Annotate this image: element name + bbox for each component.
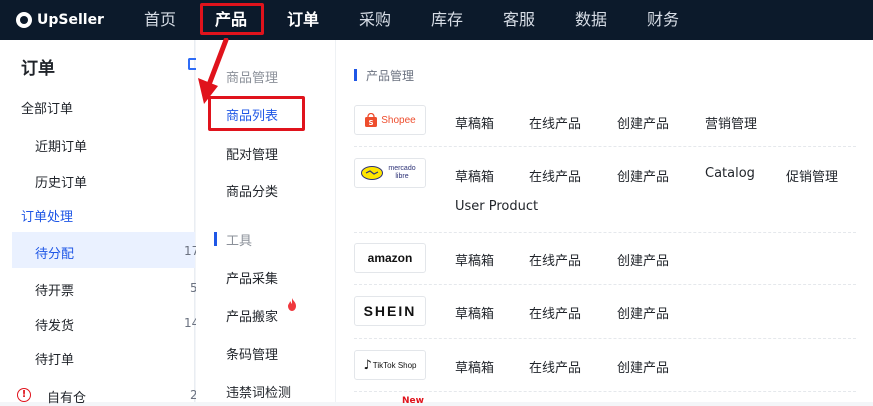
amazon-create-product-link[interactable]: 创建产品 — [617, 250, 669, 269]
shopee-logo-text: Shopee — [381, 114, 416, 126]
nav-home[interactable]: 首页 — [144, 9, 176, 31]
nav-products-highlight-box — [200, 3, 264, 35]
nav-orders[interactable]: 订单 — [287, 9, 319, 31]
content-section-title: 产品管理 — [366, 69, 415, 83]
svg-text:S: S — [369, 119, 374, 127]
annotation-arrow-icon — [198, 38, 229, 104]
sidebar-item-all-orders[interactable]: 全部订单 — [21, 98, 73, 117]
shopee-online-products-link[interactable]: 在线产品 — [529, 113, 581, 132]
shopee-create-product-link[interactable]: 创建产品 — [617, 113, 669, 132]
new-badge: New — [402, 396, 424, 406]
mercadolibre-catalog-link[interactable]: Catalog — [705, 166, 755, 181]
platform-row-shein: SHEIN 草稿箱 在线产品 创建产品 — [354, 286, 856, 339]
mercadolibre-promotion-link[interactable]: 促销管理 — [786, 166, 838, 185]
amazon-online-products-link[interactable]: 在线产品 — [529, 250, 581, 269]
upseller-logo[interactable]: UpSeller — [16, 10, 104, 30]
sidebar-item-recent-orders[interactable]: 近期订单 — [35, 136, 87, 155]
product-management-panel: 产品管理 S Shopee 草稿箱 在线产品 创建产品 营销管理 mercado… — [336, 40, 873, 406]
shopee-logo: S Shopee — [354, 105, 426, 135]
menu-item-pairing-management[interactable]: 配对管理 — [226, 144, 278, 163]
tiktok-note-icon: ♪ — [363, 357, 372, 373]
nav-purchase[interactable]: 采购 — [359, 9, 391, 31]
amazon-logo-text: amazon — [367, 251, 413, 265]
mercadolibre-logo-text: mercado libre — [388, 165, 416, 180]
amazon-drafts-link[interactable]: 草稿箱 — [455, 250, 494, 269]
tiktok-shop-logo-text: TikTok Shop — [372, 360, 417, 370]
platform-row-shopee: S Shopee 草稿箱 在线产品 创建产品 营销管理 — [354, 100, 856, 147]
shopee-bag-icon: S — [365, 113, 378, 127]
order-sidebar: 订单 全部订单 近期订单 历史订单 订单处理 待分配 17 待开票 5 待发货 … — [0, 40, 199, 406]
sidebar-item-history-orders[interactable]: 历史订单 — [35, 172, 87, 191]
nav-customer-service[interactable]: 客服 — [503, 9, 535, 31]
menu-item-prohibited-word-check[interactable]: 违禁词检测 — [226, 382, 291, 401]
amazon-logo: amazon — [354, 243, 426, 273]
shopee-drafts-link[interactable]: 草稿箱 — [455, 113, 494, 132]
tiktok-online-products-link[interactable]: 在线产品 — [529, 357, 581, 376]
platform-row-mercadolibre: mercado libre 草稿箱 在线产品 创建产品 Catalog 促销管理… — [354, 148, 856, 233]
shein-drafts-link[interactable]: 草稿箱 — [455, 303, 494, 322]
sidebar-item-order-processing[interactable]: 订单处理 — [21, 206, 73, 225]
nav-finance[interactable]: 财务 — [647, 9, 679, 31]
sidebar-item-pending-print[interactable]: 待打单 — [35, 349, 74, 368]
tiktok-drafts-link[interactable]: 草稿箱 — [455, 357, 494, 376]
mercadolibre-drafts-link[interactable]: 草稿箱 — [455, 166, 494, 185]
shein-logo: SHEIN — [354, 296, 426, 326]
mercadolibre-handshake-icon — [361, 166, 383, 180]
sidebar-item-own-warehouse[interactable]: 自有仓 — [47, 387, 86, 406]
mercadolibre-online-products-link[interactable]: 在线产品 — [529, 166, 581, 185]
shopee-marketing-link[interactable]: 营销管理 — [705, 113, 757, 132]
mercadolibre-user-product-link[interactable]: User Product — [455, 199, 538, 214]
tiktok-shop-logo: ♪ TikTok Shop — [354, 350, 426, 380]
hot-fire-icon — [288, 298, 296, 311]
top-navigation-bar: UpSeller 首页 产品 订单 采购 库存 客服 数据 财务 — [0, 0, 873, 40]
shein-logo-text: SHEIN — [363, 303, 417, 319]
nav-inventory[interactable]: 库存 — [431, 9, 463, 31]
menu-section-tools: 工具 — [226, 234, 253, 249]
platform-row-amazon: amazon 草稿箱 在线产品 创建产品 — [354, 234, 856, 285]
tools-section-marker — [214, 232, 217, 246]
warning-icon: ! — [17, 388, 31, 402]
mercadolibre-logo: mercado libre — [354, 158, 426, 188]
menu-item-product-migration[interactable]: 产品搬家 — [226, 306, 278, 325]
sidebar-title: 订单 — [21, 59, 55, 79]
platform-row-tiktok: ♪ TikTok Shop 草稿箱 在线产品 创建产品 — [354, 340, 856, 392]
logo-text: UpSeller — [37, 12, 104, 28]
sidebar-item-pending-allocation[interactable]: 待分配 — [35, 243, 74, 262]
menu-item-barcode-management[interactable]: 条码管理 — [226, 344, 278, 363]
upseller-logo-icon — [16, 12, 32, 28]
menu-item-product-collection[interactable]: 产品采集 — [226, 268, 278, 287]
sidebar-item-pending-shipment[interactable]: 待发货 — [35, 315, 74, 334]
mercadolibre-create-product-link[interactable]: 创建产品 — [617, 166, 669, 185]
section-marker — [354, 69, 357, 81]
sidebar-item-pending-invoice[interactable]: 待开票 — [35, 280, 74, 299]
menu-item-product-category[interactable]: 商品分类 — [226, 181, 278, 200]
tiktok-create-product-link[interactable]: 创建产品 — [617, 357, 669, 376]
nav-data[interactable]: 数据 — [575, 9, 607, 31]
shein-create-product-link[interactable]: 创建产品 — [617, 303, 669, 322]
shein-online-products-link[interactable]: 在线产品 — [529, 303, 581, 322]
